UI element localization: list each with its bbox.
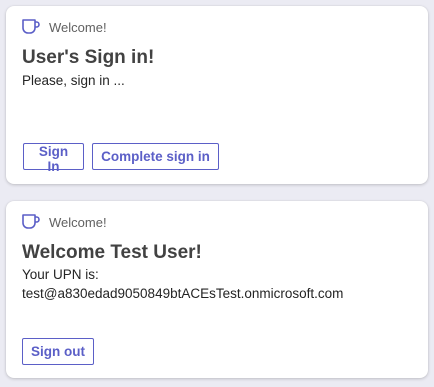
card-body: Please, sign in ... <box>22 71 125 90</box>
coffee-cup-icon <box>21 213 41 231</box>
sign-in-button[interactable]: Sign In <box>23 143 84 174</box>
coffee-cup-icon <box>21 18 41 36</box>
body-line: Please, sign in ... <box>22 73 125 88</box>
card-header: Welcome! <box>21 213 107 231</box>
card-title: Welcome Test User! <box>22 242 202 263</box>
upn-value: test@a830edad9050849btACEsTest.onmicroso… <box>22 286 344 301</box>
card-header: Welcome! <box>21 18 107 36</box>
sign-out-button[interactable]: Sign out <box>22 338 94 365</box>
card-header-text: Welcome! <box>49 19 107 35</box>
welcome-user-card: Welcome! Welcome Test User! Your UPN is:… <box>6 201 428 378</box>
card-header-text: Welcome! <box>49 214 107 230</box>
complete-sign-in-button[interactable]: Complete sign in <box>92 143 219 170</box>
upn-label: Your UPN is: <box>22 267 99 282</box>
card-body: Your UPN is: test@a830edad9050849btACEsT… <box>22 265 343 303</box>
card-title: User's Sign in! <box>22 47 155 68</box>
sign-in-card: Welcome! User's Sign in! Please, sign in… <box>6 6 428 184</box>
